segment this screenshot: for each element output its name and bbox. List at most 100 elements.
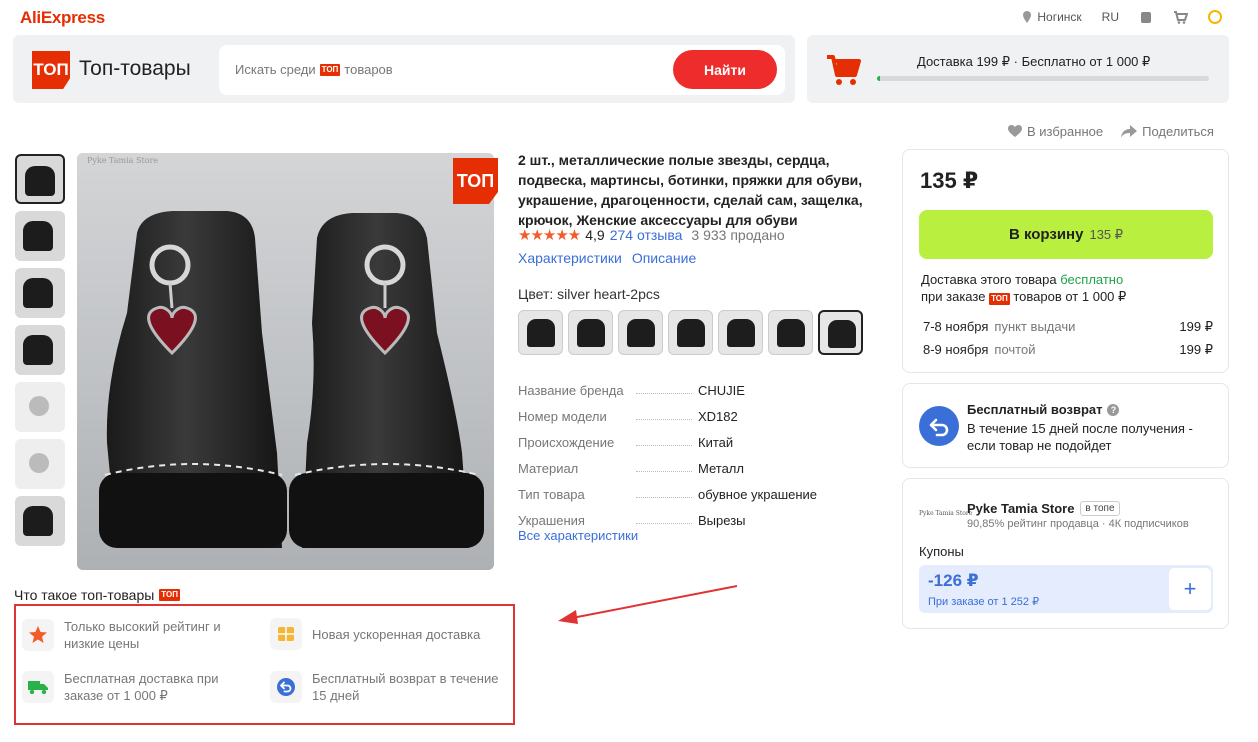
- delivery-price: 199 ₽: [1179, 342, 1213, 357]
- spec-key: Название бренда: [518, 383, 698, 398]
- cart-icon[interactable]: [1173, 10, 1188, 24]
- thumbnail-item[interactable]: [15, 382, 65, 432]
- delivery-progress-fill: [877, 76, 881, 81]
- spec-key: Происхождение: [518, 435, 698, 450]
- store-logo[interactable]: Pyke Tamia Store: [919, 510, 972, 517]
- color-swatch[interactable]: [568, 310, 613, 355]
- spec-key: Материал: [518, 461, 698, 476]
- sold-count: 3 933 продано: [691, 227, 785, 243]
- return-icon: [270, 671, 302, 703]
- info-icon[interactable]: ?: [1107, 403, 1120, 416]
- thumbnail-item[interactable]: [15, 325, 65, 375]
- search-button[interactable]: Найти: [673, 50, 777, 89]
- feature-text: Новая ускоренная доставка: [312, 626, 481, 642]
- top-mini-badge: ТОП: [319, 63, 341, 76]
- thumbnail-item[interactable]: [15, 439, 65, 489]
- store-name-row[interactable]: Pyke Tamia Store в топе: [967, 501, 1120, 516]
- coupon-amount: -126 ₽: [928, 571, 979, 590]
- delivery-method: пункт выдачи: [994, 319, 1076, 334]
- share-button[interactable]: Поделиться: [1121, 124, 1214, 139]
- thumbnail-image: [29, 396, 49, 416]
- delivery-progress-panel[interactable]: Доставка 199 ₽ · Бесплатно от 1 000 ₽: [807, 35, 1229, 103]
- delivery-date: 7-8 ноября: [923, 319, 989, 334]
- thumbnail-image: [23, 335, 53, 365]
- delivery-method: почтой: [994, 342, 1036, 357]
- thumbnail-item[interactable]: [15, 268, 65, 318]
- coupons-label: Купоны: [919, 544, 964, 559]
- search-placeholder-text: Искать среди: [235, 62, 316, 77]
- add-coupon-button[interactable]: +: [1169, 568, 1211, 610]
- color-swatch[interactable]: [618, 310, 663, 355]
- thumbnail-image: [23, 278, 53, 308]
- color-swatch[interactable]: [718, 310, 763, 355]
- thumbnail-item[interactable]: [15, 154, 65, 204]
- color-label: Цвет: silver heart-2pcs: [518, 286, 660, 302]
- spec-row: Происхождение Китай: [518, 424, 878, 450]
- color-swatch[interactable]: [668, 310, 713, 355]
- tab-description[interactable]: Описание: [632, 250, 696, 266]
- feature-text: Только высокий рейтинг и низкие цены: [64, 619, 221, 651]
- aliexpress-logo[interactable]: AliExpress: [20, 8, 105, 28]
- free-return-text: В течение 15 дней после получения - если…: [967, 421, 1193, 453]
- free-delivery-word: бесплатно: [1060, 272, 1124, 287]
- add-to-cart-price: 135 ₽: [1089, 226, 1124, 242]
- spec-value: CHUJIE: [698, 383, 745, 398]
- coupon[interactable]: -126 ₽ При заказе от 1 252 ₽ +: [919, 565, 1213, 613]
- thumbnail-image: [23, 506, 53, 536]
- thumbnail-image: [29, 453, 49, 473]
- search-placeholder: Искать среди ТОП товаров: [235, 62, 393, 77]
- coupon-condition: При заказе от 1 252 ₽: [928, 596, 1040, 608]
- thumbnail-image: [23, 221, 53, 251]
- rating-value: 4,9: [585, 227, 605, 243]
- all-specs-link[interactable]: Все характеристики: [518, 528, 638, 543]
- thumbnail-item[interactable]: [15, 496, 65, 546]
- thumbnail-list: [15, 154, 67, 553]
- spec-row: Материал Металл: [518, 450, 878, 476]
- thumbnail-item[interactable]: [15, 211, 65, 261]
- search-input[interactable]: Искать среди ТОП товаров Найти: [219, 45, 785, 95]
- profile-smile-icon[interactable]: [1208, 10, 1222, 24]
- favorite-button[interactable]: В избранное: [1008, 124, 1103, 139]
- spec-list: Название бренда CHUJIE Номер модели XD182 Пр…: [518, 372, 878, 528]
- main-product-image[interactable]: Pyke Tamia Store: [77, 153, 494, 570]
- free-delivery-text: Доставка этого товара: [921, 272, 1057, 287]
- color-swatch[interactable]: [818, 310, 863, 355]
- orders-icon[interactable]: [1139, 10, 1153, 24]
- product-price: 135 ₽: [920, 168, 979, 193]
- feature-text: Бесплатный возврат в течение 15 дней: [312, 671, 499, 703]
- box-icon: [270, 618, 302, 650]
- swatch-image: [627, 319, 655, 347]
- delivery-option-post[interactable]: 8-9 ноября почтой 199 ₽: [923, 342, 1213, 358]
- top-bar: AliExpress Ногинск RU: [0, 0, 1258, 34]
- share-label: Поделиться: [1142, 124, 1214, 139]
- delivery-option-pickup[interactable]: 7-8 ноября пункт выдачи 199 ₽: [923, 319, 1213, 335]
- spec-row: Название бренда CHUJIE: [518, 372, 878, 398]
- search-placeholder-text-end: товаров: [344, 62, 393, 77]
- free-delivery-condition: при заказе: [921, 289, 986, 304]
- language-selector[interactable]: RU: [1102, 10, 1119, 24]
- purchase-card: 135 ₽ В корзину 135 ₽ Доставка этого тов…: [902, 149, 1229, 373]
- feature-high-rating: Только высокий рейтинг и низкие цены: [22, 618, 247, 652]
- spec-row: Номер модели XD182: [518, 398, 878, 424]
- delivery-threshold-text: Доставка 199 ₽ · Бесплатно от 1 000 ₽: [917, 54, 1151, 69]
- delivery-date: 8-9 ноября: [923, 342, 989, 357]
- heart-icon: [1008, 125, 1022, 137]
- tab-specs[interactable]: Характеристики: [518, 250, 622, 266]
- top-goods-header: ТОП Топ-товары Искать среди ТОП товаров …: [13, 35, 795, 103]
- free-return-title-text: Бесплатный возврат: [967, 402, 1103, 417]
- location-selector[interactable]: Ногинск: [1023, 10, 1082, 24]
- spec-value: Вырезы: [698, 513, 746, 528]
- color-swatch[interactable]: [768, 310, 813, 355]
- reviews-link[interactable]: 274 отзыва: [610, 227, 683, 243]
- share-arrow-icon: [1121, 125, 1138, 138]
- spec-value: обувное украшение: [698, 487, 818, 502]
- spec-key: Номер модели: [518, 409, 698, 424]
- rating-stars-icon: ★★★★★: [518, 227, 581, 244]
- location-pin-icon: [1023, 11, 1032, 23]
- color-swatch[interactable]: [518, 310, 563, 355]
- free-delivery-note: Доставка этого товара бесплатно при зака…: [921, 271, 1126, 305]
- rating-row: ★★★★★ 4,9 274 отзыва 3 933 продано: [518, 226, 785, 244]
- store-stats: 90,85% рейтинг продавца · 4К подписчиков: [967, 518, 1189, 530]
- add-to-cart-button[interactable]: В корзину 135 ₽: [919, 210, 1213, 259]
- delivery-progress-bar: [877, 76, 1209, 81]
